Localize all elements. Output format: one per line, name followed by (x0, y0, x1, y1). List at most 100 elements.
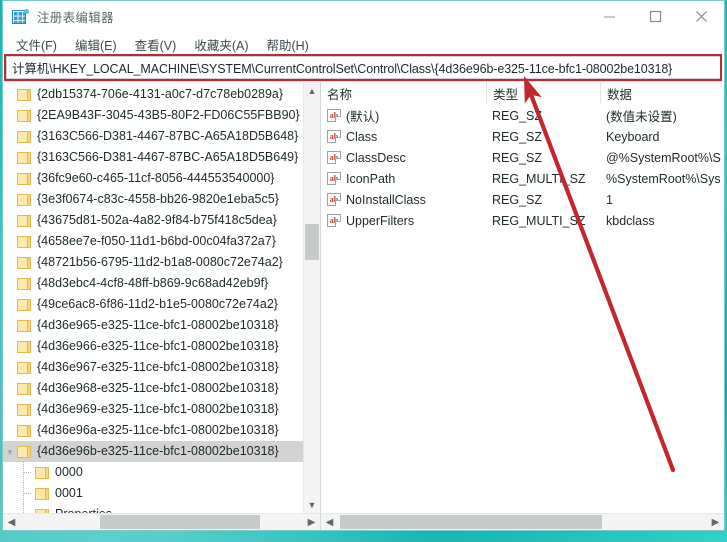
menu-bar: 文件(F) 编辑(E) 查看(V) 收藏夹(A) 帮助(H) (3, 32, 724, 56)
folder-icon (17, 110, 31, 122)
value-type-cell: REG_SZ (486, 105, 600, 126)
values-hscroll-track[interactable] (338, 514, 707, 530)
menu-view[interactable]: 查看(V) (126, 33, 186, 56)
value-data-cell: @%SystemRoot%\S (600, 147, 724, 168)
address-bar[interactable]: 计算机\HKEY_LOCAL_MACHINE\SYSTEM\CurrentCon… (6, 56, 721, 79)
tree-item[interactable]: {4d36e967-e325-11ce-bfc1-08002be10318} (3, 357, 303, 378)
column-header-type[interactable]: 类型 (486, 82, 600, 104)
tree-item-label: {49ce6ac8-6f86-11d2-b1e5-0080c72e74a2} (37, 298, 278, 311)
tree-item-label: {4d36e969-e325-11ce-bfc1-08002be10318} (37, 403, 279, 416)
tree-item[interactable]: {2db15374-706e-4131-a0c7-d7c78eb0289a} (3, 84, 303, 105)
tree-scroll-left-icon[interactable]: ◀ (3, 514, 20, 530)
tree-item-label: {3163C566-D381-4467-87BC-A65A18D5B649} (37, 151, 298, 164)
tree-item-label: {48721b56-6795-11d2-b1a8-0080c72e74a2} (37, 256, 283, 269)
tree-item[interactable]: 0001 (3, 483, 303, 504)
tree-scroll-down-icon[interactable]: ▼ (304, 496, 320, 513)
tree-item[interactable]: {48721b56-6795-11d2-b1a8-0080c72e74a2} (3, 252, 303, 273)
values-list[interactable]: ab(默认)REG_SZ(数值未设置)abClassREG_SZKeyboard… (321, 105, 724, 231)
values-scroll-right-icon[interactable]: ▶ (707, 514, 724, 530)
string-value-icon: ab (327, 130, 341, 143)
tree-item-label: {48d3ebc4-4cf8-48ff-b869-9c68ad42eb9f} (37, 277, 268, 290)
values-hscroll-thumb[interactable] (340, 515, 602, 529)
folder-icon (17, 131, 31, 143)
folder-icon (17, 173, 31, 185)
values-horizontal-scrollbar[interactable]: ◀ ▶ (321, 513, 724, 530)
string-value-icon: ab (327, 109, 341, 122)
tree-scroll-up-icon[interactable]: ▲ (304, 82, 320, 99)
tree-connector-line (23, 483, 25, 504)
tree-item[interactable]: {2EA9B43F-3045-43B5-80F2-FD06C55FBB90} (3, 105, 303, 126)
tree-item-label: {4d36e968-e325-11ce-bfc1-08002be10318} (37, 382, 279, 395)
tree-scroll-right-icon[interactable]: ▶ (303, 514, 320, 530)
expander-icon[interactable]: ▾ (5, 447, 15, 457)
maximize-button[interactable] (632, 1, 678, 32)
tree-vertical-scrollbar[interactable]: ▲ ▼ (303, 82, 320, 513)
title-bar: 注册表编辑器 (3, 1, 724, 32)
values-column-header: 名称 类型 数据 (321, 82, 724, 105)
tree-connector-line (23, 504, 25, 513)
tree-item[interactable]: {3163C566-D381-4467-87BC-A65A18D5B649} (3, 147, 303, 168)
tree-item[interactable]: {4d36e969-e325-11ce-bfc1-08002be10318} (3, 399, 303, 420)
tree-item[interactable]: {3163C566-D381-4467-87BC-A65A18D5B648} (3, 126, 303, 147)
menu-favorites[interactable]: 收藏夹(A) (185, 33, 257, 56)
tree-hscroll-track[interactable] (20, 514, 303, 530)
menu-file[interactable]: 文件(F) (7, 33, 66, 56)
values-scroll-left-icon[interactable]: ◀ (321, 514, 338, 530)
tree-item[interactable]: 0000 (3, 462, 303, 483)
tree-item[interactable]: Properties (3, 504, 303, 513)
value-row[interactable]: ab(默认)REG_SZ(数值未设置) (321, 105, 724, 126)
value-data-cell: kbdclass (600, 210, 724, 231)
tree-vscroll-thumb[interactable] (305, 224, 319, 260)
tree-vscroll-track[interactable] (304, 99, 320, 496)
value-row[interactable]: abIconPathREG_MULTI_SZ%SystemRoot%\Sys (321, 168, 724, 189)
tree-item[interactable]: {49ce6ac8-6f86-11d2-b1e5-0080c72e74a2} (3, 294, 303, 315)
values-body: 名称 类型 数据 ab(默认)REG_SZ(数值未设置)abClassREG_S… (321, 82, 724, 513)
value-data-cell: %SystemRoot%\Sys (600, 168, 724, 189)
tree-item[interactable]: ▾ {4d36e96b-e325-11ce-bfc1-08002be10318} (3, 441, 303, 462)
column-header-data[interactable]: 数据 (600, 82, 724, 104)
folder-icon (35, 488, 49, 500)
registry-tree[interactable]: {2db15374-706e-4131-a0c7-d7c78eb0289a}{2… (3, 82, 303, 513)
tree-item-label: {4d36e96b-e325-11ce-bfc1-08002be10318} (37, 445, 279, 458)
value-type-cell: REG_SZ (486, 147, 600, 168)
registry-editor-window: 注册表编辑器 文件(F) 编辑(E) 查看(V) 收藏夹(A) 帮助(H) 计算… (2, 0, 725, 531)
folder-icon (17, 404, 31, 416)
folder-icon (35, 467, 49, 479)
value-row[interactable]: abUpperFiltersREG_MULTI_SZkbdclass (321, 210, 724, 231)
folder-icon (17, 446, 31, 458)
value-name-cell: abUpperFilters (321, 210, 486, 231)
folder-icon (17, 236, 31, 248)
registry-editor-icon (12, 9, 29, 25)
value-row[interactable]: abClassDescREG_SZ@%SystemRoot%\S (321, 147, 724, 168)
minimize-button[interactable] (586, 1, 632, 32)
tree-item-label: 0000 (55, 466, 83, 479)
tree-item[interactable]: {36fc9e60-c465-11cf-8056-444553540000} (3, 168, 303, 189)
tree-item-label: {4d36e965-e325-11ce-bfc1-08002be10318} (37, 319, 279, 332)
value-row[interactable]: abNoInstallClassREG_SZ1 (321, 189, 724, 210)
tree-item[interactable]: {3e3f0674-c83c-4558-bb26-9820e1eba5c5} (3, 189, 303, 210)
tree-item[interactable]: {4d36e966-e325-11ce-bfc1-08002be10318} (3, 336, 303, 357)
tree-item[interactable]: {43675d81-502a-4a82-9f84-b75f418c5dea} (3, 210, 303, 231)
folder-icon (17, 299, 31, 311)
tree-item-label: {36fc9e60-c465-11cf-8056-444553540000} (37, 172, 274, 185)
tree-item[interactable]: {4d36e96a-e325-11ce-bfc1-08002be10318} (3, 420, 303, 441)
tree-item[interactable]: {48d3ebc4-4cf8-48ff-b869-9c68ad42eb9f} (3, 273, 303, 294)
column-header-name[interactable]: 名称 (321, 82, 486, 104)
tree-item[interactable]: {4d36e965-e325-11ce-bfc1-08002be10318} (3, 315, 303, 336)
tree-item[interactable]: {4658ee7e-f050-11d1-b6bd-00c04fa372a7} (3, 231, 303, 252)
tree-horizontal-scrollbar[interactable]: ◀ ▶ (3, 513, 320, 530)
close-button[interactable] (678, 1, 724, 32)
menu-edit[interactable]: 编辑(E) (66, 33, 126, 56)
value-name-label: ClassDesc (346, 151, 406, 165)
string-value-icon: ab (327, 172, 341, 185)
tree-item-label: {4d36e96a-e325-11ce-bfc1-08002be10318} (37, 424, 279, 437)
tree-hscroll-thumb[interactable] (100, 515, 260, 529)
folder-icon (17, 383, 31, 395)
menu-help[interactable]: 帮助(H) (257, 33, 317, 56)
folder-icon (17, 215, 31, 227)
value-type-cell: REG_MULTI_SZ (486, 210, 600, 231)
value-row[interactable]: abClassREG_SZKeyboard (321, 126, 724, 147)
folder-icon (17, 194, 31, 206)
tree-item-label: {4d36e967-e325-11ce-bfc1-08002be10318} (37, 361, 279, 374)
tree-item[interactable]: {4d36e968-e325-11ce-bfc1-08002be10318} (3, 378, 303, 399)
